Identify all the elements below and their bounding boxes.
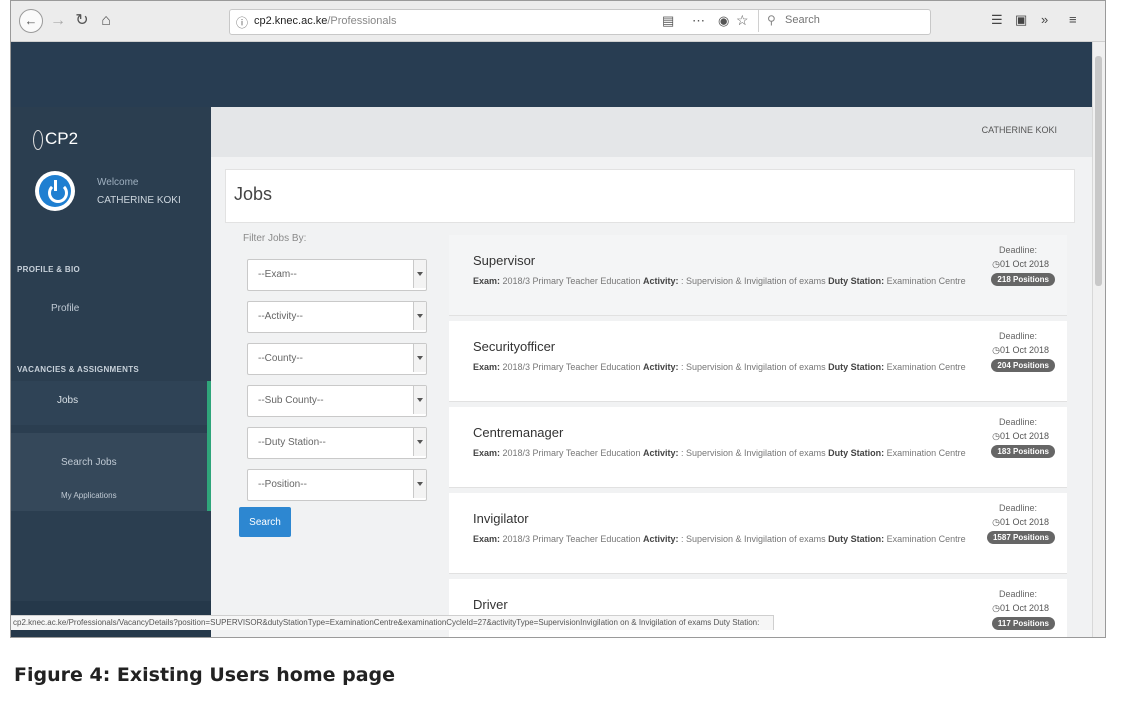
job-title[interactable]: Supervisor <box>473 253 535 268</box>
search-button[interactable]: Search <box>239 507 291 537</box>
status-bar-url: cp2.knec.ac.ke/Professionals/VacancyDeta… <box>11 615 774 630</box>
power-icon <box>39 175 71 207</box>
job-details: Exam: 2018/3 Primary Teacher Education A… <box>473 534 966 544</box>
avatar <box>35 171 75 211</box>
job-details: Exam: 2018/3 Primary Teacher Education A… <box>473 276 966 286</box>
deadline-label: Deadline: <box>998 417 1037 427</box>
vertical-scrollbar[interactable] <box>1092 42 1105 637</box>
activity-select[interactable]: --Activity-- <box>247 301 427 333</box>
url-text: cp2.knec.ac.ke/Professionals <box>254 15 396 27</box>
screenshot-frame: ← → ↻ ⌂ ⓘ cp2.knec.ac.ke/Professionals ▤… <box>10 0 1106 638</box>
deadline-date: ◷01 Oct 2018 <box>992 517 1049 527</box>
job-card[interactable]: Centremanager Exam: 2018/3 Primary Teach… <box>449 407 1067 488</box>
url-host: cp2.knec.ac.ke <box>254 15 328 27</box>
sidebar-item-my-applications[interactable]: My Applications <box>61 491 117 500</box>
page-actions-icon[interactable]: ⋯ <box>692 13 706 29</box>
logo-ring-icon <box>33 129 43 150</box>
forward-icon[interactable]: → <box>49 10 67 32</box>
address-bar[interactable]: ⓘ cp2.knec.ac.ke/Professionals ▤ ⋯ ◉ ☆ ⚲ <box>229 9 931 35</box>
brand-text: CP2 <box>45 129 79 148</box>
position-select-value: --Position-- <box>258 479 307 490</box>
url-path: /Professionals <box>327 15 397 27</box>
sidebar-toggle-icon[interactable]: ▣ <box>1015 12 1027 28</box>
deadline-label: Deadline: <box>998 331 1037 341</box>
sidebar-item-jobs[interactable]: Jobs <box>11 381 211 511</box>
deadline-label: Deadline: <box>998 503 1037 513</box>
positions-badge: 204 Positions <box>991 359 1055 372</box>
overflow-chevron-icon[interactable]: » <box>1041 12 1048 27</box>
brand-logo[interactable]: CP2 <box>33 129 78 150</box>
sub-county-select-value: --Sub County-- <box>258 395 324 406</box>
job-details: Exam: 2018/3 Primary Teacher Education A… <box>473 448 966 458</box>
sidebar: CP2 Welcome CATHERINE KOKI PROFILE & BIO… <box>11 107 211 637</box>
deadline-date: ◷01 Oct 2018 <box>992 259 1049 269</box>
job-card[interactable]: Securityofficer Exam: 2018/3 Primary Tea… <box>449 321 1067 402</box>
section-heading-profile: PROFILE & BIO <box>17 265 81 274</box>
exam-select[interactable]: --Exam-- <box>247 259 427 291</box>
welcome-label: Welcome <box>97 177 139 188</box>
user-name: CATHERINE KOKI <box>97 195 181 206</box>
figure-caption: Figure 4: Existing Users home page <box>14 664 396 686</box>
deadline-date: ◷01 Oct 2018 <box>992 431 1049 441</box>
job-title[interactable]: Securityofficer <box>473 339 555 354</box>
deadline-label: Deadline: <box>998 245 1037 255</box>
county-select[interactable]: --County-- <box>247 343 427 375</box>
deadline-label: Deadline: <box>998 589 1037 599</box>
duty-station-select-value: --Duty Station-- <box>258 437 326 448</box>
section-heading-vacancies: VACANCIES & ASSIGNMENTS <box>17 365 140 374</box>
positions-badge: 117 Positions <box>991 617 1055 630</box>
chevron-down-icon <box>413 428 426 456</box>
user-strip: CATHERINE KOKI <box>211 107 1105 157</box>
job-title[interactable]: Driver <box>473 597 508 612</box>
bookmark-star-icon[interactable]: ☆ <box>736 12 749 29</box>
app-top-bar <box>11 42 1105 107</box>
reload-icon[interactable]: ↻ <box>73 10 91 32</box>
reader-view-icon[interactable]: ▤ <box>662 13 674 29</box>
sidebar-item-search-jobs[interactable]: Search Jobs <box>61 457 117 468</box>
scrollbar-thumb[interactable] <box>1095 56 1102 286</box>
positions-badge: 183 Positions <box>991 445 1055 458</box>
duty-station-select[interactable]: --Duty Station-- <box>247 427 427 459</box>
library-icon[interactable]: ☰ <box>991 12 1003 28</box>
job-details: Exam: 2018/3 Primary Teacher Education A… <box>473 362 966 372</box>
job-card[interactable]: Invigilator Exam: 2018/3 Primary Teacher… <box>449 493 1067 574</box>
county-select-value: --County-- <box>258 353 304 364</box>
info-icon[interactable]: ⓘ <box>236 14 248 31</box>
sidebar-item-jobs-label: Jobs <box>57 395 79 406</box>
main-content: CATHERINE KOKI Jobs Filter Jobs By: --Ex… <box>211 107 1105 637</box>
top-user-menu[interactable]: CATHERINE KOKI <box>982 125 1057 135</box>
chevron-down-icon <box>413 470 426 498</box>
filter-label: Filter Jobs By: <box>243 233 307 244</box>
positions-badge: 218 Positions <box>991 273 1055 286</box>
deadline-date: ◷01 Oct 2018 <box>992 345 1049 355</box>
chevron-down-icon <box>413 386 426 414</box>
browser-toolbar: ← → ↻ ⌂ ⓘ cp2.knec.ac.ke/Professionals ▤… <box>11 1 1105 42</box>
menu-hamburger-icon[interactable]: ≡ <box>1069 12 1077 27</box>
page-title: Jobs <box>234 184 273 204</box>
chevron-down-icon <box>413 260 426 288</box>
positions-badge: 1587 Positions <box>986 531 1055 544</box>
page-title-box: Jobs <box>225 169 1075 223</box>
sub-county-select[interactable]: --Sub County-- <box>247 385 427 417</box>
search-icon: ⚲ <box>767 13 776 27</box>
back-icon[interactable]: ← <box>19 9 43 33</box>
job-title[interactable]: Centremanager <box>473 425 563 440</box>
browser-search-input[interactable] <box>783 13 917 27</box>
deadline-date: ◷01 Oct 2018 <box>992 603 1049 613</box>
activity-select-value: --Activity-- <box>258 311 303 322</box>
browser-search-box[interactable]: ⚲ <box>758 10 927 32</box>
job-title[interactable]: Invigilator <box>473 511 529 526</box>
pocket-icon[interactable]: ◉ <box>718 13 729 29</box>
job-card[interactable]: Supervisor Exam: 2018/3 Primary Teacher … <box>449 235 1067 316</box>
chevron-down-icon <box>413 302 426 330</box>
home-icon[interactable]: ⌂ <box>97 10 115 32</box>
chevron-down-icon <box>413 344 426 372</box>
sidebar-item-profile[interactable]: Profile <box>51 303 79 314</box>
position-select[interactable]: --Position-- <box>247 469 427 501</box>
exam-select-value: --Exam-- <box>258 269 297 280</box>
